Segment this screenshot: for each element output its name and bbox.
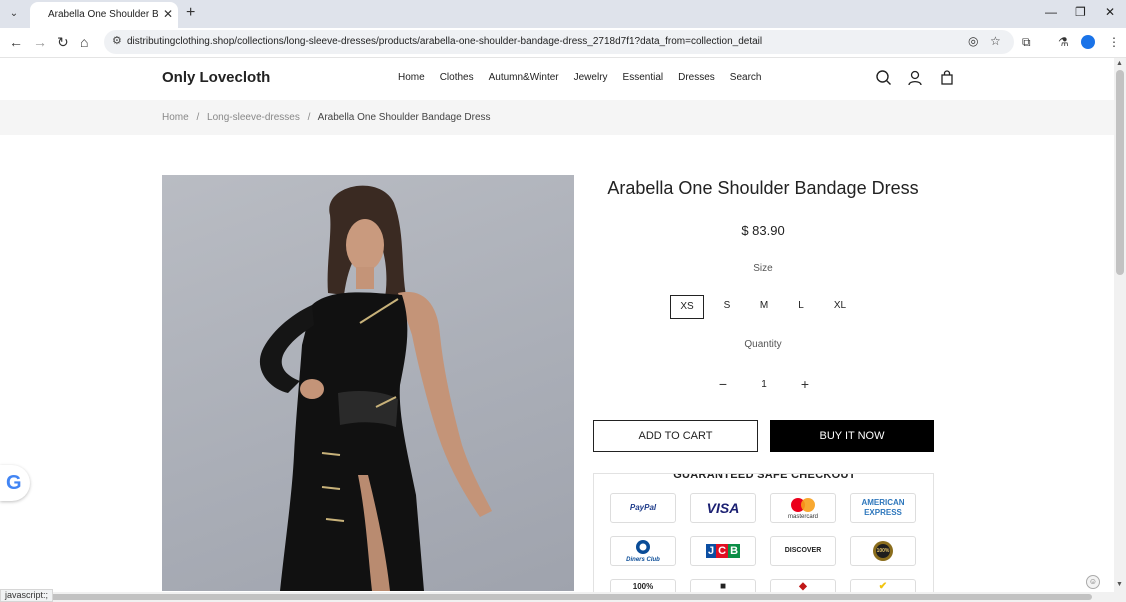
site-header: Only Lovecloth Home Clothes Autumn&Winte… <box>0 58 1114 100</box>
product-image[interactable] <box>162 175 574 591</box>
scroll-up-icon[interactable]: ▲ <box>1116 60 1123 67</box>
size-option-xs[interactable]: XS <box>670 295 704 319</box>
site-info-icon[interactable]: ⚙ <box>112 34 122 47</box>
size-option-l[interactable]: L <box>788 295 814 319</box>
floating-widget-icon[interactable]: ☺ <box>1086 575 1100 589</box>
discover-text: DISCOVER <box>784 547 822 554</box>
diners-text: Diners Club <box>626 557 660 563</box>
buy-now-button[interactable]: BUY IT NOW <box>770 420 934 452</box>
scroll-thumb[interactable] <box>1116 70 1124 275</box>
size-option-m[interactable]: M <box>750 295 778 319</box>
jcb-c: C <box>716 544 729 558</box>
visa-text: VISA <box>706 500 740 516</box>
more-menu-icon[interactable]: ⋮ <box>1108 35 1120 49</box>
product-title: Arabella One Shoulder Bandage Dress <box>607 178 919 198</box>
address-bar[interactable]: ⚙ distributingclothing.shop/collections/… <box>104 30 1014 54</box>
breadcrumb-bar: Home / Long-sleeve-dresses / Arabella On… <box>0 100 1114 135</box>
tab-title: Arabella One Shoulder Bandage <box>48 9 158 20</box>
jcb-logo: JCB <box>690 536 756 566</box>
bookmark-star-icon[interactable]: ☆ <box>990 34 1001 48</box>
tab-search-chevron-icon[interactable]: ⌄ <box>4 4 24 24</box>
size-label: Size <box>753 263 773 274</box>
model-photo-illustration <box>259 185 492 591</box>
cart-bag-icon[interactable] <box>936 67 958 89</box>
browser-tab[interactable]: Arabella One Shoulder Bandage ✕ <box>30 2 178 28</box>
restore-icon[interactable]: ❐ <box>1075 5 1086 19</box>
site-logo[interactable]: Only Lovecloth <box>162 69 270 86</box>
jcb-j: J <box>705 544 717 558</box>
plus-icon[interactable]: + <box>795 376 815 392</box>
vertical-scrollbar[interactable]: ▲ ▼ <box>1114 58 1126 592</box>
nav-search[interactable]: Search <box>730 72 762 83</box>
nav-clothes[interactable]: Clothes <box>440 72 474 83</box>
browser-toolbar: ← → ↻ ⌂ ⚙ distributingclothing.shop/coll… <box>0 28 1126 58</box>
diners-club-logo: Diners Club <box>610 536 676 566</box>
add-to-cart-button[interactable]: ADD TO CART <box>593 420 758 452</box>
jcb-b: B <box>728 544 741 558</box>
tab-close-icon[interactable]: ✕ <box>163 7 173 21</box>
minus-icon[interactable]: − <box>713 376 733 392</box>
amex-logo: AMERICAN EXPRESS <box>850 493 916 523</box>
eye-off-icon[interactable]: ◎ <box>968 34 978 48</box>
breadcrumb-separator: / <box>307 112 311 123</box>
new-tab-icon[interactable]: + <box>186 4 195 22</box>
quantity-value[interactable]: 1 <box>757 379 771 390</box>
nav-jewelry[interactable]: Jewelry <box>574 72 608 83</box>
amex-text: AMERICAN EXPRESS <box>861 498 905 517</box>
nav-autumn-winter[interactable]: Autumn&Winter <box>489 72 559 83</box>
back-icon[interactable]: ← <box>9 34 23 50</box>
size-option-xl[interactable]: XL <box>826 295 854 319</box>
nav-dresses[interactable]: Dresses <box>678 72 715 83</box>
checkout-title-text: GUARANTEED SAFE CHECKOUT <box>667 474 862 481</box>
breadcrumb-current: Arabella One Shoulder Bandage Dress <box>317 112 491 123</box>
horizontal-scrollbar[interactable] <box>0 592 1126 602</box>
paypal-text: PayPal <box>629 503 657 512</box>
browser-tab-bar: ⌄ Arabella One Shoulder Bandage ✕ + — ❐ … <box>0 0 1126 28</box>
url-text[interactable]: distributingclothing.shop/collections/lo… <box>127 36 762 47</box>
extensions-icon[interactable]: ⧉ <box>1022 35 1031 50</box>
checkout-title: GUARANTEED SAFE CHECKOUT <box>594 474 933 481</box>
status-bar: javascript:; <box>0 589 54 602</box>
visa-logo: VISA <box>690 493 756 523</box>
size-option-s[interactable]: S <box>714 295 740 319</box>
breadcrumb-home[interactable]: Home <box>162 112 189 123</box>
lab-flask-icon[interactable]: ⚗ <box>1058 35 1069 49</box>
search-icon[interactable] <box>873 67 895 89</box>
safe-checkout-box: GUARANTEED SAFE CHECKOUT PayPal VISA mas… <box>593 473 934 598</box>
minimize-icon[interactable]: — <box>1045 5 1057 19</box>
profile-avatar-icon[interactable] <box>1081 35 1095 49</box>
mastercard-text: mastercard <box>787 514 818 520</box>
discover-logo: DISCOVER <box>770 536 836 566</box>
breadcrumb-category[interactable]: Long-sleeve-dresses <box>207 112 300 123</box>
seal-text: 100% <box>876 548 890 554</box>
forward-icon[interactable]: → <box>33 34 47 50</box>
horizontal-scroll-thumb[interactable] <box>40 594 1092 600</box>
close-window-icon[interactable]: ✕ <box>1105 5 1115 19</box>
mastercard-logo: mastercard <box>770 493 836 523</box>
reload-icon[interactable]: ↻ <box>57 34 69 51</box>
google-g-icon: G <box>6 472 22 494</box>
home-icon[interactable]: ⌂ <box>80 34 88 50</box>
quantity-label: Quantity <box>744 339 782 350</box>
nav-essential[interactable]: Essential <box>623 72 664 83</box>
product-price: $ 83.90 <box>741 223 785 238</box>
guarantee-seal-logo: 100% <box>850 536 916 566</box>
jcb-text: JCB <box>691 537 755 565</box>
breadcrumb-separator: / <box>196 112 200 123</box>
main-nav: Home Clothes Autumn&Winter Jewelry Essen… <box>398 72 776 83</box>
paypal-logo: PayPal <box>610 493 676 523</box>
scroll-down-icon[interactable]: ▼ <box>1116 581 1123 588</box>
google-badge[interactable]: G <box>0 465 30 501</box>
nav-home[interactable]: Home <box>398 72 425 83</box>
breadcrumb: Home / Long-sleeve-dresses / Arabella On… <box>162 112 491 123</box>
account-icon[interactable] <box>904 67 926 89</box>
